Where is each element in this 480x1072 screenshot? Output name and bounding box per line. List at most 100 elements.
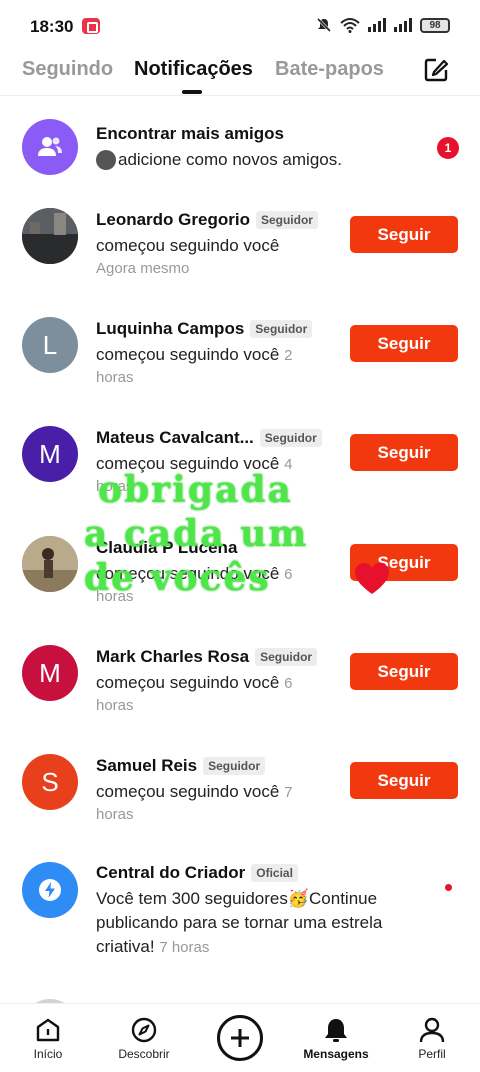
notification-time-value: 7 [284, 784, 293, 801]
signal-icon [394, 18, 412, 32]
lightning-icon [22, 862, 78, 918]
notification-desc-line: começou seguindo você 6 [96, 671, 292, 696]
follower-badge: Seguidor [250, 320, 313, 338]
signal-icon [368, 18, 386, 32]
status-icons: 98 [316, 17, 450, 33]
notification-time-value: 6 [284, 566, 293, 583]
notification-desc-line: começou seguindo você 7 [96, 780, 292, 805]
user-name[interactable]: Leonardo Gregorio [96, 210, 250, 230]
follow-button[interactable]: Seguir [350, 544, 458, 581]
follower-badge: Seguidor [259, 429, 322, 447]
creator-center-row[interactable]: Central do Criador Oficial Você tem 300 … [0, 862, 480, 982]
avatar: L [22, 317, 78, 373]
avatar-initial: L [42, 329, 58, 360]
nav-discover[interactable]: Descobrir [104, 1016, 184, 1061]
list-item[interactable]: M Mateus Cavalcant... Seguidor começou s… [0, 424, 480, 524]
follow-button[interactable]: Seguir [350, 325, 458, 362]
top-tabs: Seguindo Notificações Bate-papos [0, 52, 480, 96]
find-friends-desc-line: adicione como novos amigos. [96, 148, 342, 172]
notification-desc: começou seguindo você [96, 782, 280, 801]
notification-desc: começou seguindo você [96, 564, 280, 583]
notification-time-value: 6 [284, 675, 293, 692]
avatar: M [22, 645, 78, 701]
avatar-initial: M [39, 657, 61, 688]
name-line: Central do Criador Oficial [96, 863, 298, 883]
avatar-initial: M [39, 438, 61, 469]
nav-home[interactable]: Início [8, 1016, 88, 1061]
creator-line-1: Você tem 300 seguidores🥳Continue [96, 889, 378, 908]
notification-desc: começou seguindo você [96, 236, 280, 255]
follow-button[interactable]: Seguir [350, 434, 458, 471]
notification-desc: começou seguindo você [96, 454, 280, 473]
creator-time: 7 horas [159, 939, 210, 956]
follower-badge: Seguidor [255, 211, 318, 229]
user-name[interactable]: Claudia P Lucena [96, 538, 237, 558]
user-name[interactable]: Samuel Reis [96, 756, 197, 776]
active-tab-indicator [182, 90, 202, 94]
notification-time-value: 4 [284, 456, 293, 473]
name-line: Claudia P Lucena [96, 538, 237, 558]
name-line: Mateus Cavalcant... Seguidor [96, 428, 322, 448]
battery-icon: 98 [420, 17, 450, 33]
official-badge: Oficial [251, 864, 298, 882]
name-line: Luquinha Campos Seguidor [96, 319, 313, 339]
notification-time-unit: horas [96, 806, 134, 823]
follow-button[interactable]: Seguir [350, 653, 458, 690]
user-name[interactable]: Mateus Cavalcant... [96, 428, 254, 448]
user-name[interactable]: Mark Charles Rosa [96, 647, 249, 667]
list-item[interactable]: Claudia P Lucena começou seguindo você 6… [0, 534, 480, 634]
nav-home-label: Início [33, 1047, 63, 1061]
follower-badge: Seguidor [203, 757, 266, 775]
bell-icon [325, 1019, 347, 1042]
follow-button[interactable]: Seguir [350, 216, 458, 253]
status-time: 18:30 [30, 17, 74, 36]
create-button[interactable] [217, 1015, 263, 1061]
find-friends-row[interactable]: Encontrar mais amigos adicione como novo… [0, 96, 480, 196]
nav-profile[interactable]: Perfil [392, 1016, 472, 1061]
avatar: M [22, 426, 78, 482]
home-icon [36, 1018, 60, 1042]
avatar [22, 208, 78, 264]
friends-icon [22, 119, 78, 175]
user-name[interactable]: Luquinha Campos [96, 319, 244, 339]
list-item[interactable]: S Samuel Reis Seguidor começou seguindo … [0, 752, 480, 852]
notification-time-unit: horas [96, 697, 134, 714]
avatar-initial: S [41, 766, 59, 797]
creator-name[interactable]: Central do Criador [96, 863, 245, 883]
nav-profile-label: Perfil [418, 1047, 446, 1061]
tab-notificacoes[interactable]: Notificações [134, 58, 253, 81]
notification-desc: começou seguindo você [96, 673, 280, 692]
list-item[interactable]: L Luquinha Campos Seguidor começou segui… [0, 315, 480, 415]
compose-icon[interactable] [422, 56, 450, 84]
notification-desc-line: começou seguindo você 6 [96, 562, 292, 587]
creator-line-2: publicando para se tornar uma estrela [96, 913, 383, 932]
creator-line-3: criativa! [96, 937, 155, 956]
tab-seguindo[interactable]: Seguindo [22, 58, 113, 81]
name-line: Mark Charles Rosa Seguidor [96, 647, 318, 667]
nav-messages[interactable]: Mensagens [296, 1016, 376, 1061]
name-line: Leonardo Gregorio Seguidor [96, 210, 318, 230]
notification-time-unit: horas [96, 369, 134, 386]
nav-messages-label: Mensagens [303, 1047, 369, 1061]
creator-line-3-wrap: criativa! 7 horas [96, 935, 209, 960]
find-friends-title: Encontrar mais amigos [96, 124, 285, 143]
avatar [22, 536, 78, 592]
wifi-icon [340, 18, 360, 33]
plus-icon [231, 1029, 249, 1047]
name-line: Encontrar mais amigos [96, 124, 284, 144]
unread-dot [445, 884, 452, 891]
list-item[interactable]: Leonardo Gregorio Seguidor começou segui… [0, 206, 480, 306]
notification-time-value: 2 [284, 347, 293, 364]
follower-badge: Seguidor [255, 648, 318, 666]
bottom-nav: Início Descobrir Mensagens Perfil [0, 1003, 480, 1072]
notification-desc-line: começou seguindo você 4 [96, 452, 292, 477]
recording-icon [82, 18, 100, 34]
notification-time: Agora mesmo [96, 260, 190, 277]
notification-time-unit: horas [96, 588, 134, 605]
tab-bate-papos[interactable]: Bate-papos [275, 58, 384, 81]
find-friends-desc: adicione como novos amigos. [118, 150, 342, 169]
count-badge: 1 [437, 137, 459, 159]
follow-button[interactable]: Seguir [350, 762, 458, 799]
list-item[interactable]: M Mark Charles Rosa Seguidor começou seg… [0, 643, 480, 743]
notification-time-unit: horas [96, 478, 134, 495]
